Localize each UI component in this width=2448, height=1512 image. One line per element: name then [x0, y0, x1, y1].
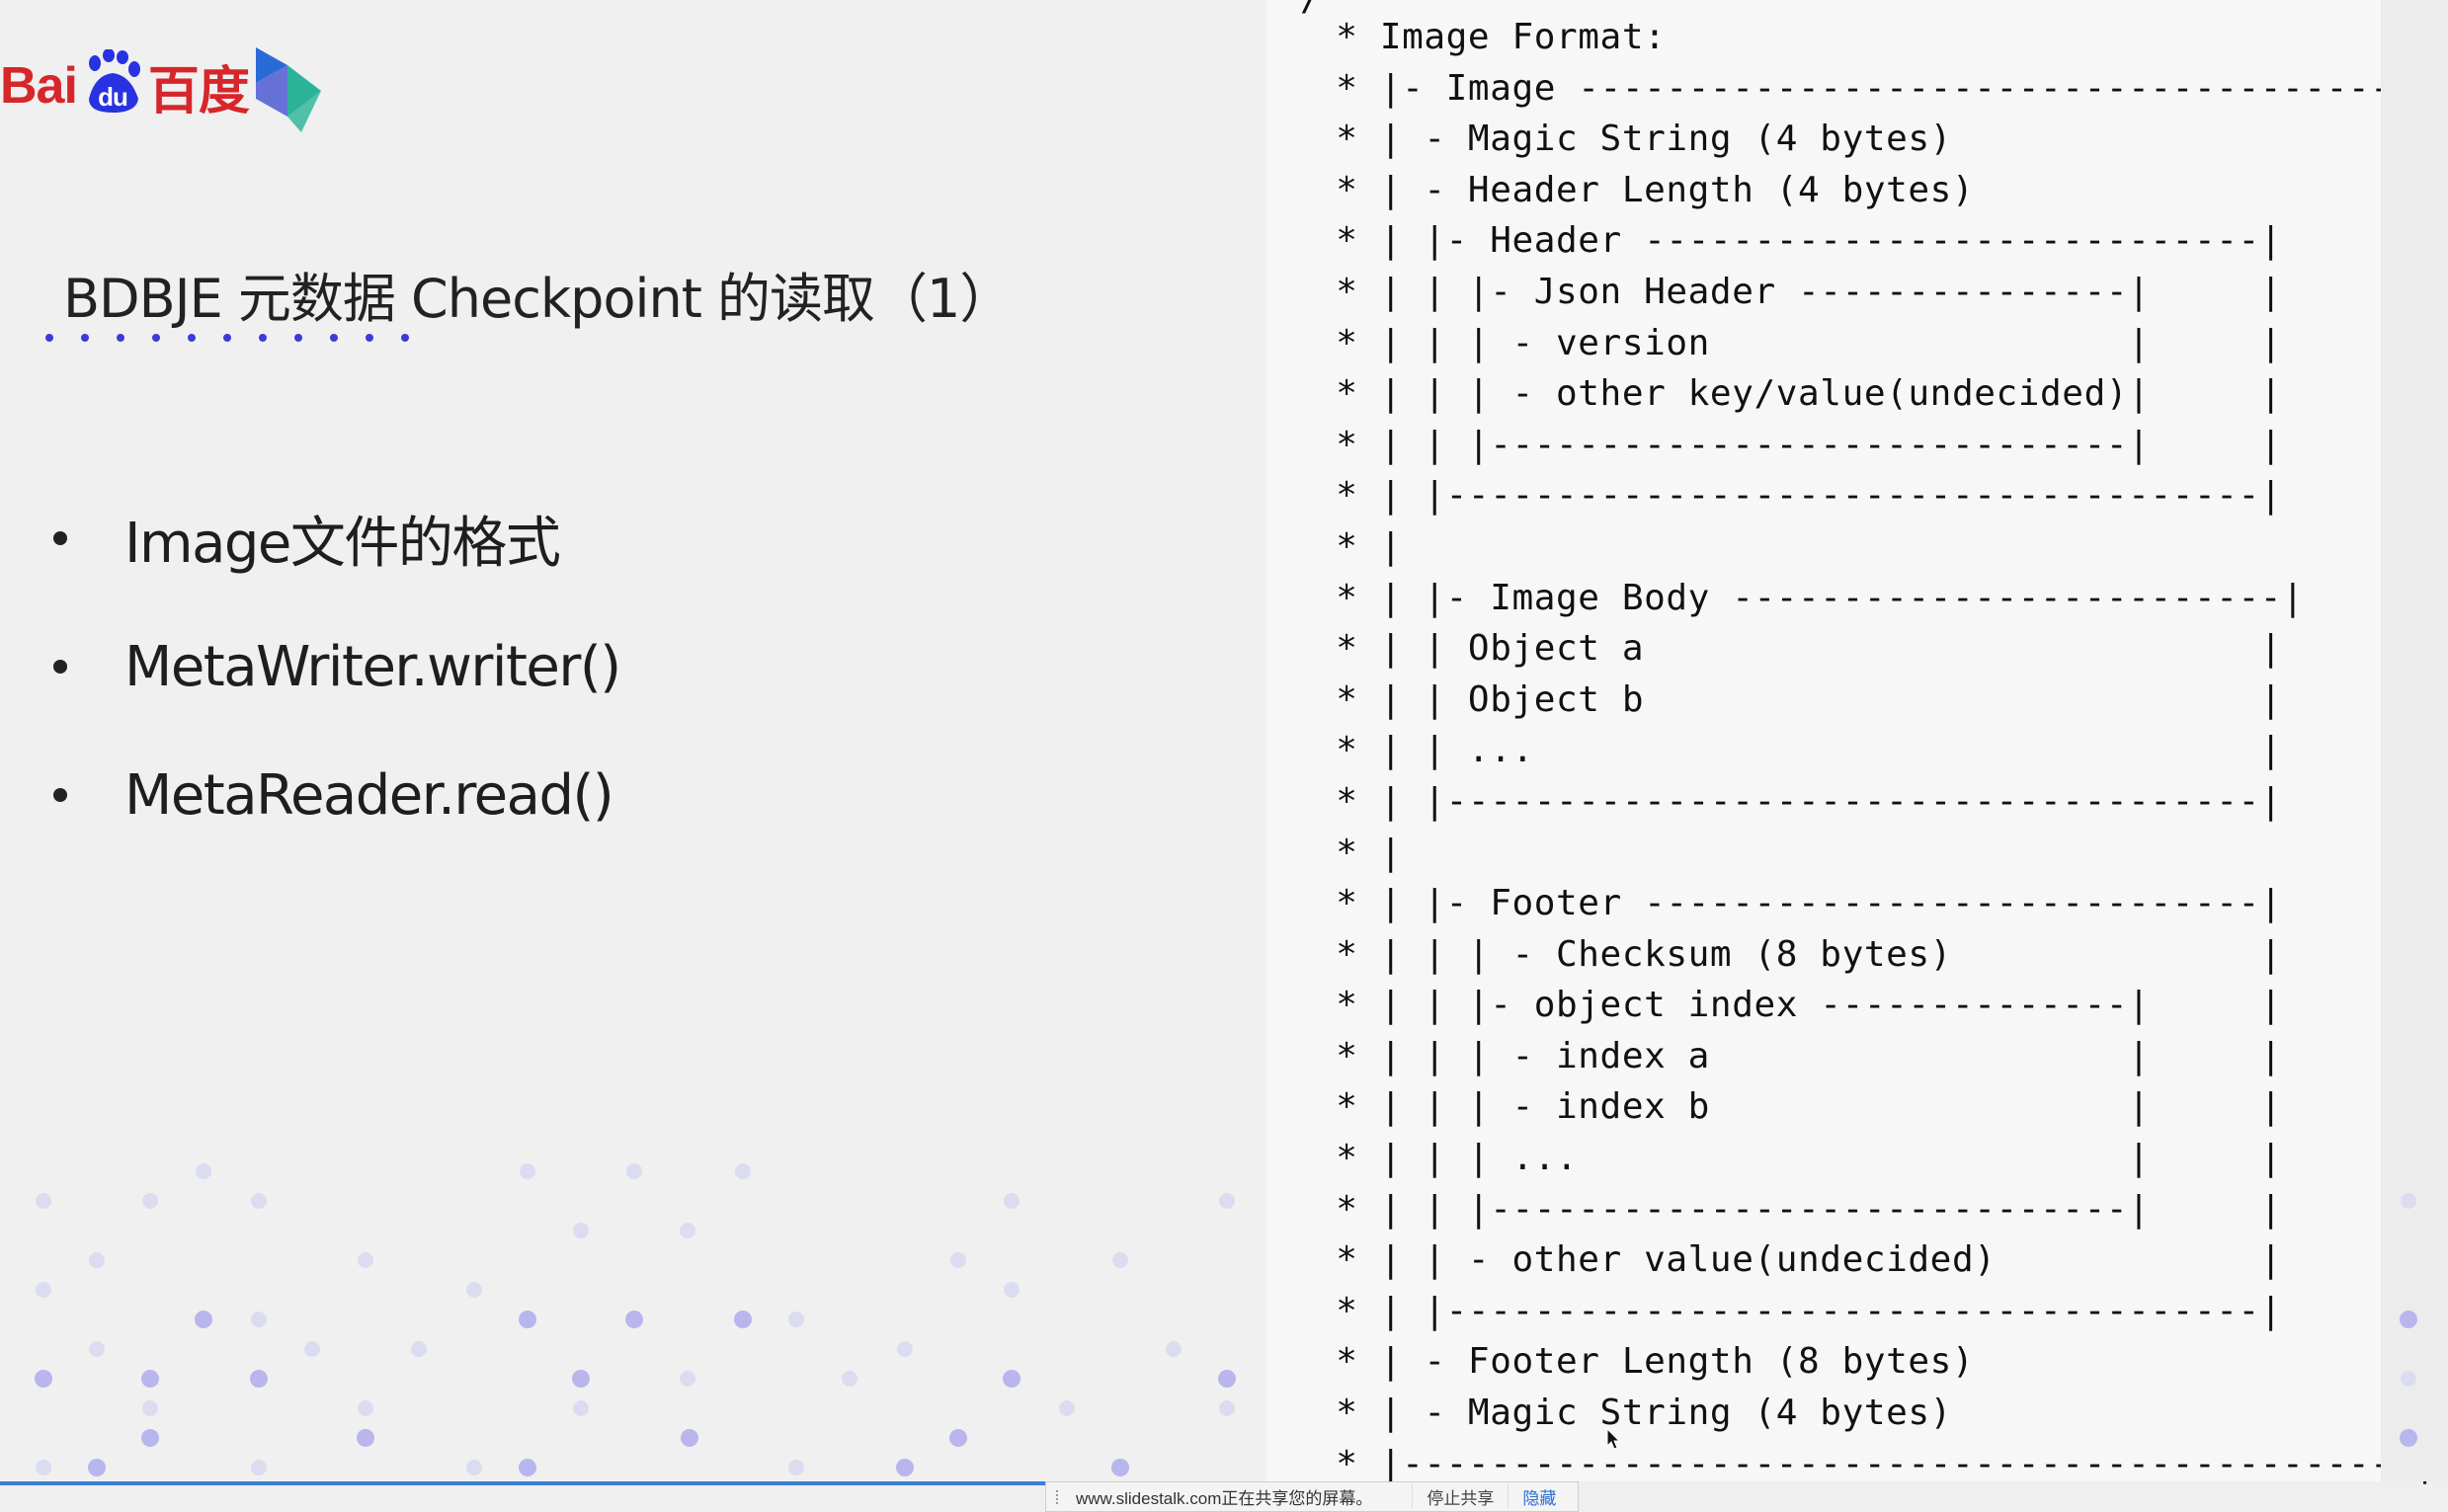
code-line: * |- Image -----------------------------… — [1314, 67, 2436, 109]
code-line: * | | | - version | | | — [1314, 322, 2436, 363]
bullet-text: MetaReader.read() — [124, 762, 614, 828]
share-message: www.slidestalk.com正在共享您的屏幕。 — [1076, 1489, 1373, 1508]
baidu-paw-icon: du — [81, 49, 144, 113]
code-line: * | | |-----------------------------| | … — [1314, 1188, 2436, 1230]
code-comment-panel: * Image Format: * |- Image -------------… — [1266, 0, 2448, 1484]
code-comment-start: /** — [1300, 0, 1364, 19]
code-line: * | | Object a | | — [1314, 628, 2436, 670]
title-dotted-underline — [45, 334, 409, 342]
code-line: * | | | - index a | | | — [1314, 1035, 2436, 1076]
bullet-item: MetaWriter.writer() — [47, 602, 621, 731]
baidu-logo: Bai du 百度 — [0, 49, 250, 120]
code-line: * | | | - Checksum (8 bytes) | | — [1314, 933, 2436, 975]
code-line: * | - Header Length (4 bytes) | — [1314, 169, 2436, 210]
code-line: * | |- Header --------------------------… — [1314, 220, 2436, 262]
code-line: * | | | - index b | | | — [1314, 1086, 2436, 1128]
code-line: * | - Magic String (4 bytes) | — [1314, 1393, 2436, 1434]
bullet-text: MetaWriter.writer() — [124, 634, 621, 699]
code-line: * | | |- object index --------------| | … — [1314, 985, 2436, 1026]
bullet-dot-icon — [53, 660, 67, 674]
screen-share-notification-bar: www.slidestalk.com正在共享您的屏幕。 停止共享 隐藏 — [1045, 1481, 1579, 1512]
bullet-dot-icon — [53, 788, 67, 802]
decorative-dot-pattern-right — [2400, 1193, 2417, 1447]
presentation-slide: Bai du 百度 BDBJE 元数据 Checkpoint 的读取（1） Im… — [0, 0, 1265, 1481]
code-line: * | | — [1314, 832, 2436, 873]
code-line: * | | ... | | — [1314, 730, 2436, 771]
code-line: * | | | - other key/value(undecided)| | … — [1314, 373, 2436, 415]
bullet-list: Image文件的格式 MetaWriter.writer() MetaReade… — [47, 474, 621, 859]
code-line: * | | — [1314, 525, 2436, 567]
bullet-item: MetaReader.read() — [47, 731, 620, 859]
decorative-dot-pattern — [35, 1163, 1236, 1476]
code-line: * | |- Image Body ----------------------… — [1314, 577, 2448, 618]
bullet-item: Image文件的格式 — [47, 474, 620, 602]
code-line: * | |- Footer --------------------------… — [1314, 883, 2436, 924]
code-line: * | | Object b | | — [1314, 678, 2436, 720]
code-line: * | |-----------------------------------… — [1314, 1290, 2436, 1331]
code-line: * | - Magic String (4 bytes) | — [1314, 119, 2436, 160]
slide-title: BDBJE 元数据 Checkpoint 的读取（1） — [63, 268, 1013, 330]
code-line: * Image Format: — [1314, 17, 1667, 57]
image-format-code-block: * Image Format: * |- Image -------------… — [1314, 12, 2448, 1489]
code-line: * | | |- Json Header ---------------| | … — [1314, 271, 2436, 312]
baidu-du-text: du — [98, 82, 127, 112]
code-line: * | | | ... | | | — [1314, 1138, 2436, 1179]
code-line: * | | |-----------------------------| | … — [1314, 424, 2436, 465]
drag-handle-icon[interactable] — [1056, 1489, 1062, 1504]
code-line: * | | - other value(undecided) | | — [1314, 1239, 2436, 1281]
mouse-cursor-icon — [1606, 1428, 1620, 1450]
baidu-logo-text-pre: Bai — [0, 57, 78, 115]
hide-button[interactable]: 隐藏 — [1509, 1484, 1570, 1509]
code-line: * | |-----------------------------------… — [1314, 475, 2436, 517]
code-line: * | |-----------------------------------… — [1314, 780, 2436, 822]
blue-progress-line — [0, 1481, 1047, 1485]
stop-sharing-button[interactable]: 停止共享 — [1412, 1484, 1510, 1509]
paddlepaddle-logo-icon — [256, 47, 321, 132]
bullet-text: Image文件的格式 — [124, 511, 561, 576]
baidu-logo-text-cn: 百度 — [147, 62, 250, 120]
code-line: * | - Footer Length (8 bytes) | — [1314, 1341, 2436, 1383]
bullet-dot-icon — [53, 531, 67, 545]
